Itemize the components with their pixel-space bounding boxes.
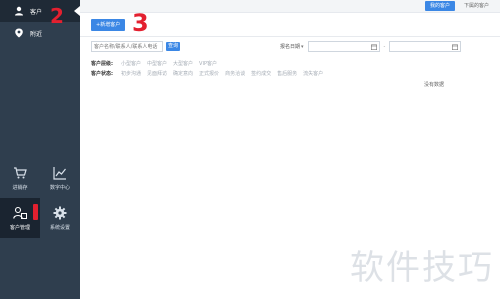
filter-option[interactable]: 商务洽谈 xyxy=(225,70,245,77)
filter-option[interactable]: 大型客户 xyxy=(173,60,193,67)
filter-option[interactable]: 初步沟通 xyxy=(121,70,141,77)
filter-option[interactable]: 签约成交 xyxy=(251,70,271,77)
location-icon xyxy=(15,28,23,38)
module-system-settings[interactable]: 系统设置 xyxy=(40,198,80,238)
chart-icon xyxy=(53,166,66,180)
filter-option[interactable]: 小型客户 xyxy=(121,60,141,67)
filter-label: 客户状态: xyxy=(91,70,113,77)
module-label: 数字中心 xyxy=(49,184,70,191)
sidebar-item-customer[interactable]: 客户 xyxy=(0,0,80,22)
filter-panel: 客户层级: 小型客户 中型客户 大型客户 VIP客户 客户状态: 初步沟通 见面… xyxy=(91,58,323,78)
annotation-number-1 xyxy=(33,204,38,220)
search-input[interactable] xyxy=(91,41,163,52)
sidebar: 客户 附近 2 进销存 数字中心 客户管理 系统设置 xyxy=(0,0,80,299)
filter-row-status: 客户状态: 初步沟通 见面拜访 确定意向 正式报价 商务洽谈 签约成交 售后服务… xyxy=(91,68,323,78)
chevron-down-icon: ▾ xyxy=(301,44,304,50)
filter-option[interactable]: 确定意向 xyxy=(173,70,193,77)
filter-option[interactable]: 中型客户 xyxy=(147,60,167,67)
filter-option[interactable]: 流失客户 xyxy=(303,70,323,77)
customer-card-icon xyxy=(13,206,27,219)
empty-state-text: 没有数据 xyxy=(424,82,445,88)
annotation-number-3: 3 xyxy=(132,9,149,37)
cart-icon xyxy=(14,166,27,178)
module-label: 客户管理 xyxy=(9,224,30,231)
date-separator: - xyxy=(383,43,386,50)
tab-subordinate-customers[interactable]: 下属的客户 xyxy=(459,1,494,11)
filter-option[interactable]: 见面拜访 xyxy=(147,70,167,77)
module-data-center[interactable]: 数字中心 xyxy=(40,158,80,198)
module-label: 进销存 xyxy=(12,184,28,191)
search-button[interactable]: 查询 xyxy=(166,42,180,51)
sidebar-item-nearby[interactable]: 附近 xyxy=(0,22,80,44)
gear-icon xyxy=(53,206,67,219)
sidebar-nav: 客户 附近 xyxy=(0,0,80,44)
filter-option[interactable]: VIP客户 xyxy=(199,60,217,67)
user-icon xyxy=(15,6,23,16)
sidebar-module-grid: 进销存 数字中心 客户管理 系统设置 xyxy=(0,158,80,238)
calendar-icon[interactable] xyxy=(452,44,459,50)
filter-label: 客户层级: xyxy=(91,60,113,67)
end-date-input[interactable] xyxy=(389,41,462,52)
date-filter: 报名日期▾ - xyxy=(280,41,462,52)
watermark-text: 软件技巧 xyxy=(350,248,494,288)
add-customer-button[interactable]: +新增客户 xyxy=(91,19,126,31)
filter-option[interactable]: 正式报价 xyxy=(199,70,219,77)
calendar-icon[interactable] xyxy=(370,44,377,50)
module-label: 系统设置 xyxy=(49,224,70,231)
search-bar: 查询 xyxy=(91,41,180,52)
tab-my-customers[interactable]: 我的客户 xyxy=(424,1,455,11)
sidebar-item-label: 附近 xyxy=(30,30,43,38)
date-type-select[interactable]: 报名日期▾ xyxy=(280,43,304,50)
customer-scope-tabs: 我的客户 下属的客户 xyxy=(424,1,494,11)
module-inventory[interactable]: 进销存 xyxy=(0,158,40,198)
start-date-input[interactable] xyxy=(307,41,380,52)
date-label: 报名日期 xyxy=(280,44,301,50)
sidebar-item-label: 客户 xyxy=(30,8,43,16)
filter-row-level: 客户层级: 小型客户 中型客户 大型客户 VIP客户 xyxy=(91,58,323,68)
filter-option[interactable]: 售后服务 xyxy=(277,70,297,77)
annotation-number-2: 2 xyxy=(50,4,64,28)
divider xyxy=(80,36,500,37)
